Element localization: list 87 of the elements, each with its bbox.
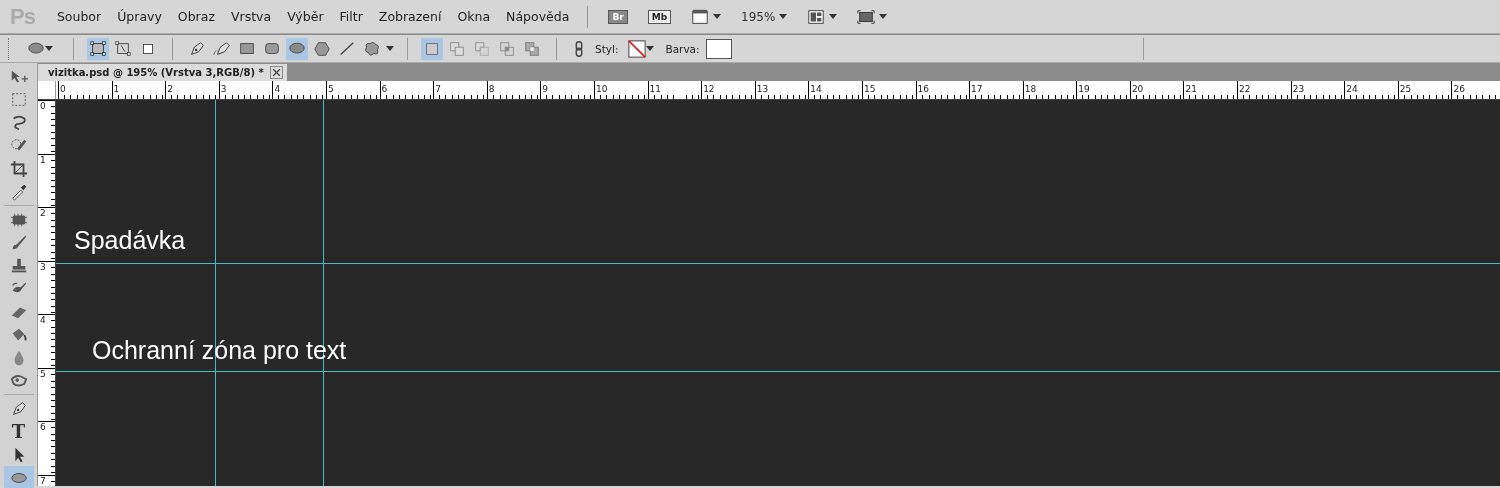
ruler-number: 9 — [541, 84, 549, 94]
ruler-number: 6 — [380, 84, 388, 94]
menu-item[interactable]: Nápověda — [498, 7, 578, 26]
ruler-number: 14 — [809, 84, 822, 94]
caret-icon — [646, 46, 655, 51]
menu-item[interactable]: Soubor — [48, 7, 110, 26]
overlapping-squares-icon — [448, 39, 466, 58]
ruler-number: 7 — [434, 84, 441, 94]
ruler-number: 0 — [39, 101, 47, 111]
ruler-number: 1 — [112, 84, 120, 94]
screen-mode-dropdown[interactable] — [857, 7, 888, 26]
ruler-number: 2 — [39, 208, 47, 218]
menu-item[interactable]: Obraz — [169, 7, 223, 26]
caret-icon — [779, 14, 788, 19]
stamp-icon — [9, 256, 28, 275]
layout-dropdown[interactable] — [807, 7, 838, 26]
ruler-number: 17 — [970, 84, 983, 94]
ruler-number: 0 — [59, 84, 66, 94]
ruler-number: 26 — [1452, 84, 1465, 94]
ruler-number: 13 — [755, 84, 769, 94]
film-frame-dropdown[interactable] — [691, 7, 722, 26]
ruler-number: 4 — [39, 315, 47, 325]
color-label: Barva: — [665, 42, 700, 55]
ruler-number: 7 — [39, 475, 47, 486]
ruler-number: 1 — [39, 154, 47, 165]
document-title: vizitka.psd @ 195% (Vrstva 3,RGB/8) * — [48, 67, 264, 78]
document-tab[interactable]: vizitka.psd @ 195% (Vrstva 3,RGB/8) * — [38, 64, 287, 81]
caret-icon — [386, 46, 394, 51]
ruler-number: 15 — [862, 84, 876, 94]
caret-icon — [713, 14, 722, 19]
ruler-number: 5 — [326, 84, 334, 94]
ruler-number: 3 — [219, 84, 227, 94]
screen-icon — [857, 7, 876, 26]
ruler-number: 23 — [1291, 84, 1305, 94]
ruler-number: 5 — [39, 368, 47, 379]
ruler-number: 12 — [702, 84, 715, 94]
color-swatch[interactable] — [705, 38, 732, 59]
ruler-number: 20 — [1130, 84, 1144, 94]
ruler-number: 8 — [487, 84, 495, 94]
option-button[interactable] — [87, 37, 109, 60]
menu-item[interactable]: Vrstva — [223, 7, 280, 26]
menu-item[interactable]: Zobrazení — [370, 7, 450, 26]
ruler-number: 11 — [648, 84, 661, 94]
menu-item[interactable]: Okna — [449, 7, 499, 26]
path-icon — [114, 39, 132, 58]
canvas-text: Spadávka — [74, 226, 186, 255]
app-button[interactable]: Br — [608, 9, 628, 24]
ruler-number: 25 — [1398, 84, 1412, 94]
eyedropper-icon — [9, 182, 28, 201]
menu-item[interactable]: Filtr — [331, 7, 371, 26]
blob-shape-icon — [363, 39, 381, 58]
caret-icon — [879, 14, 888, 19]
ruler-number: 19 — [1077, 84, 1090, 94]
menu-item[interactable]: Úpravy — [109, 7, 170, 26]
pen-icon — [188, 39, 206, 58]
close-icon[interactable] — [269, 66, 283, 79]
ruler-number: 22 — [1238, 84, 1251, 94]
zoom-dropdown[interactable]: 195% — [741, 9, 788, 24]
ruler-number: 4 — [273, 84, 281, 94]
tool-button[interactable] — [3, 466, 34, 488]
overlapping-squares-icon — [473, 39, 491, 58]
option-button[interactable] — [421, 37, 443, 60]
app-button[interactable]: Mb — [647, 9, 672, 24]
menu-item[interactable]: Výběr — [279, 7, 332, 26]
ruler-number: 18 — [1023, 84, 1037, 94]
style-label: Styl: — [595, 42, 619, 55]
shape-layer-icon — [89, 39, 107, 58]
no-style-swatch-icon — [628, 39, 647, 58]
crop-icon — [9, 159, 28, 178]
layout-icon — [807, 7, 826, 26]
ruler-number: 24 — [1345, 84, 1358, 94]
caret-icon — [45, 46, 53, 51]
option-button[interactable] — [286, 37, 308, 60]
ruler-number: 10 — [594, 84, 608, 94]
marquee-icon — [9, 90, 28, 109]
ruler-number: 21 — [1184, 84, 1197, 94]
film-frame-icon — [691, 7, 710, 26]
ruler-number: 16 — [916, 84, 929, 94]
tool-button[interactable]: T — [3, 420, 34, 443]
caret-icon — [829, 14, 838, 19]
freeform-pen-icon — [213, 39, 231, 58]
ruler-number: 2 — [166, 84, 173, 94]
overlapping-squares-icon — [523, 39, 541, 58]
polygon-icon — [313, 39, 331, 58]
ruler-number: 6 — [39, 422, 47, 432]
overlapping-squares-icon — [498, 39, 516, 58]
ruler-number: 3 — [39, 261, 47, 272]
